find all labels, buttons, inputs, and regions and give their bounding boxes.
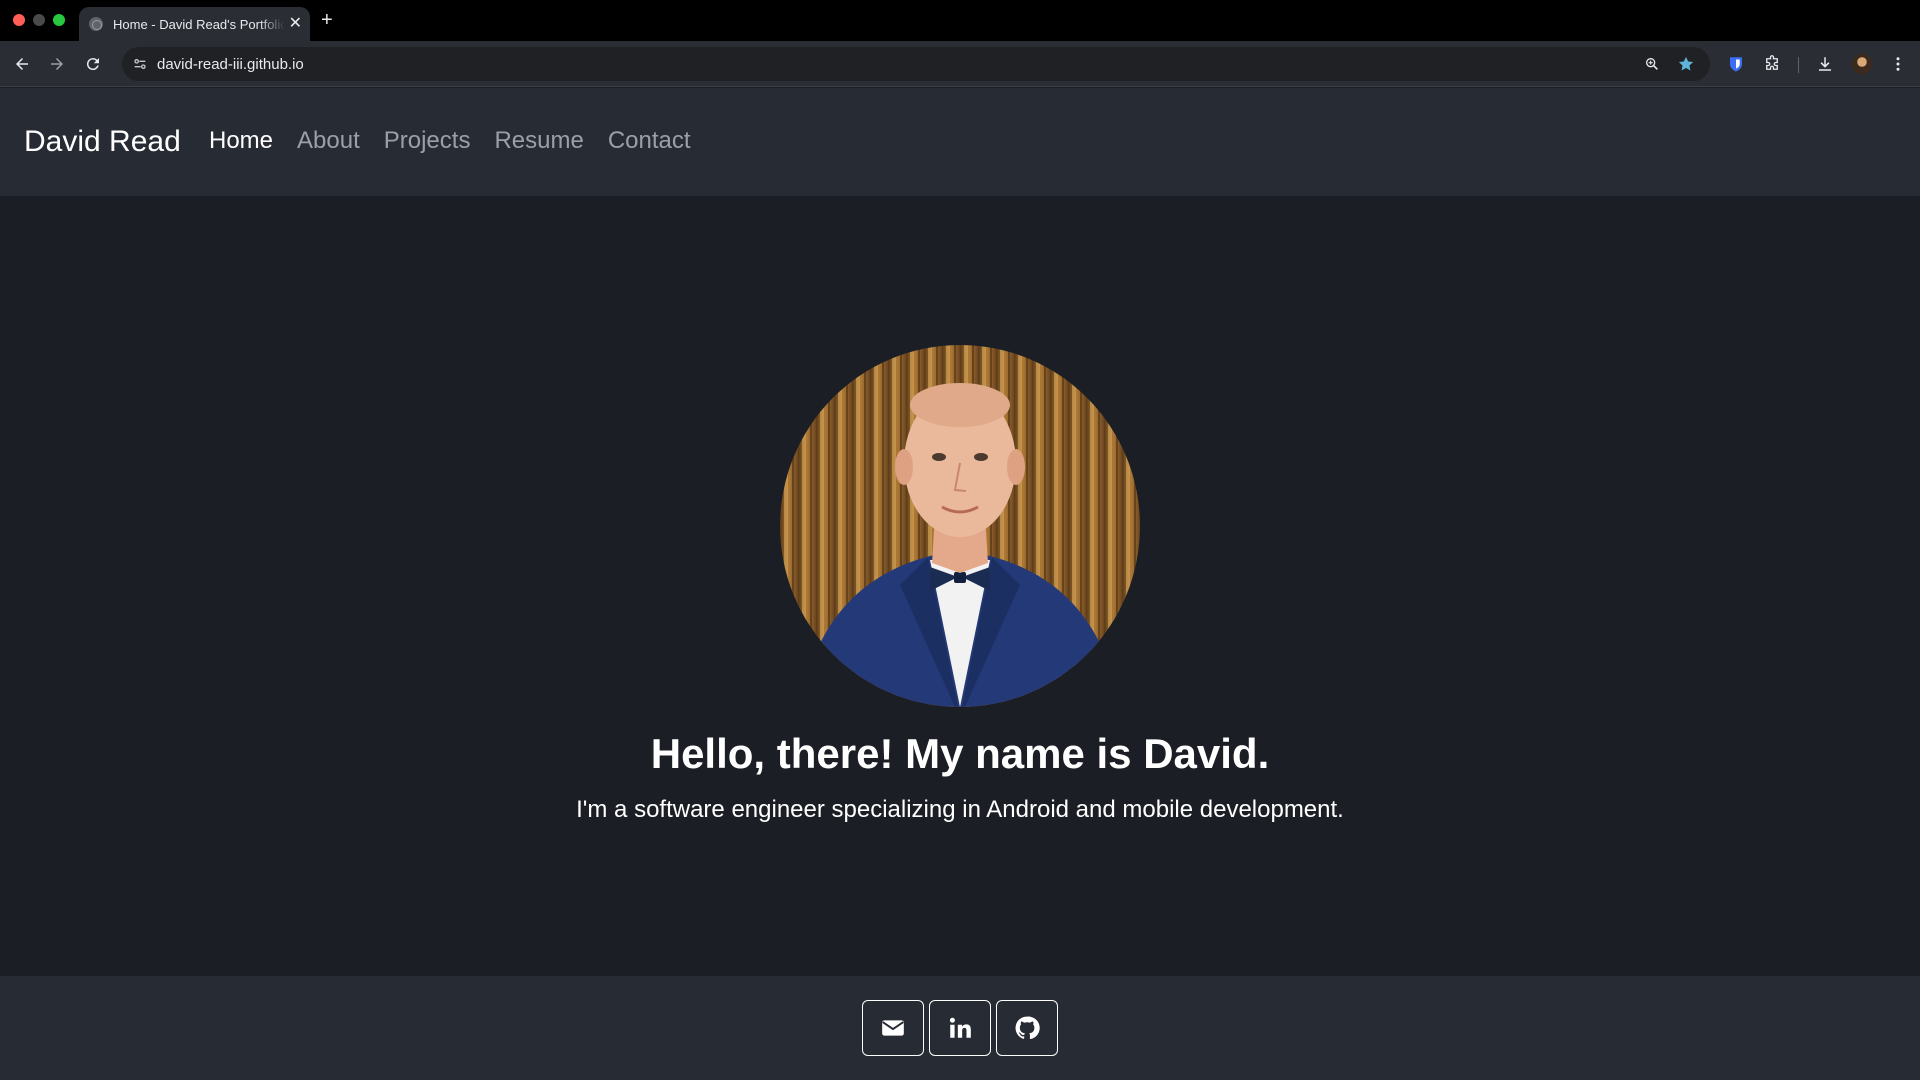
brand-link[interactable]: David Read [24,125,181,159]
back-button[interactable] [11,53,33,75]
browser-toolbar: david-read-iii.github.io [0,41,1920,87]
hero-section: Hello, there! My name is David. I'm a so… [0,196,1920,976]
email-icon [882,1020,904,1036]
zoom-icon[interactable] [1643,55,1661,73]
profile-avatar[interactable] [1852,54,1872,74]
github-button[interactable] [996,1000,1058,1056]
nav-link-home[interactable]: Home [209,127,273,155]
close-window-button[interactable] [13,14,25,26]
globe-icon [89,17,103,31]
email-button[interactable] [862,1000,924,1056]
profile-photo [780,345,1140,707]
bitwarden-shield-icon[interactable] [1726,54,1746,74]
minimize-window-button[interactable] [33,14,45,26]
browser-tab[interactable]: Home - David Read's Portfolio ✕ [79,7,310,41]
nav-link-projects[interactable]: Projects [384,127,471,155]
nav-links: Home About Projects Resume Contact [209,127,715,155]
toolbar-separator [1798,57,1799,73]
nav-link-about[interactable]: About [297,127,360,155]
hero-title: Hello, there! My name is David. [650,730,1270,777]
linkedin-button[interactable] [929,1000,991,1056]
tab-close-button[interactable]: ✕ [289,16,302,32]
maximize-window-button[interactable] [53,14,65,26]
reload-button[interactable] [82,53,104,75]
address-bar[interactable]: david-read-iii.github.io [122,47,1710,81]
hero-subtitle: I'm a software engineer specializing in … [576,796,1344,823]
arrow-left-icon [16,58,28,70]
tab-title: Home - David Read's Portfolio [113,16,285,32]
forward-button[interactable] [46,53,68,75]
browser-tabstrip: Home - David Read's Portfolio ✕ + [0,0,1920,41]
url-text: david-read-iii.github.io [157,56,304,73]
new-tab-button[interactable]: + [321,9,333,31]
bookmark-star-icon[interactable] [1677,55,1695,73]
extensions-puzzle-icon[interactable] [1762,54,1782,74]
nav-link-resume[interactable]: Resume [494,127,583,155]
arrow-right-icon [51,58,63,70]
nav-link-contact[interactable]: Contact [608,127,691,155]
more-menu-icon[interactable] [1888,54,1908,74]
downloads-icon[interactable] [1815,54,1835,74]
site-info-icon[interactable] [130,54,150,74]
site-footer [0,976,1920,1080]
reload-icon [86,58,99,71]
github-icon [1015,1016,1040,1040]
site-navbar: David Read Home About Projects Resume Co… [0,88,1920,196]
linkedin-icon [949,1017,971,1038]
